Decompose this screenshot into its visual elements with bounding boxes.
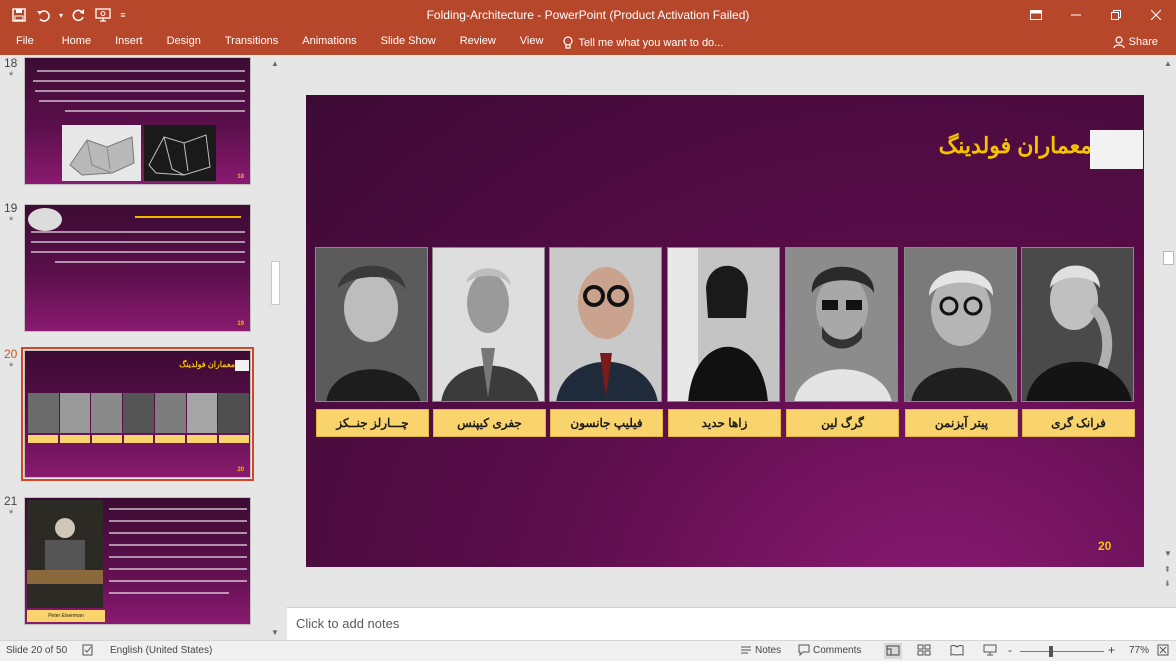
animation-star-20: * <box>9 361 14 373</box>
status-bar: Slide 20 of 50 English (United States) N… <box>0 640 1176 661</box>
tab-transitions[interactable]: Transitions <box>213 30 290 55</box>
slide-title[interactable]: معماران فولدینگ <box>866 133 1092 159</box>
close-icon[interactable] <box>1136 0 1176 30</box>
slide-thumbnail-21[interactable]: Peter Eisenman <box>24 497 251 625</box>
name-frank-gehry[interactable]: فرانک گری <box>1022 409 1135 437</box>
editor-scrollbar[interactable]: ▲ ▼ ⇞ ⇟ <box>1161 55 1176 603</box>
restore-icon[interactable] <box>1096 0 1136 30</box>
name-greg-lynn[interactable]: گرگ لین <box>786 409 899 437</box>
tab-animations[interactable]: Animations <box>290 30 368 55</box>
window-controls <box>1016 0 1176 30</box>
lightbulb-icon <box>563 36 574 49</box>
thumb-slide-number: 18 <box>237 174 244 180</box>
zoom-in-button[interactable]: + <box>1108 643 1115 657</box>
comments-icon[interactable] <box>798 644 810 659</box>
ribbon-display-options-icon[interactable] <box>1016 0 1056 30</box>
zoom-out-button[interactable]: - <box>1008 643 1012 657</box>
name-jeffrey-kipnis[interactable]: جفری کیپنس <box>433 409 546 437</box>
thumb-slide-number: 19 <box>237 321 244 327</box>
thumb-portrait-image <box>28 208 62 231</box>
thumb-building-image <box>62 125 141 181</box>
slide-number-18: 18 <box>4 56 18 70</box>
name-peter-eisenman[interactable]: پیتر آیزنمن <box>905 409 1018 437</box>
notes-placeholder[interactable]: Click to add notes <box>296 616 399 631</box>
thumb-caption: Peter Eisenman <box>27 610 105 622</box>
powerpoint-window: ▾ ≡ Folding-Architecture - PowerPoint (P… <box>0 0 1176 661</box>
comments-button[interactable]: Comments <box>813 645 861 656</box>
slide-show-icon[interactable] <box>983 644 997 659</box>
window-title: Folding-Architecture - PowerPoint (Produ… <box>426 8 750 22</box>
thumb-lecture-image <box>27 500 103 608</box>
scroll-up-icon[interactable]: ▲ <box>271 59 279 68</box>
notes-pane[interactable]: Click to add notes <box>287 607 1176 640</box>
language-indicator[interactable]: English (United States) <box>110 645 212 656</box>
photo-philip-johnson[interactable] <box>549 247 662 402</box>
slide-number-21: 21 <box>4 494 18 508</box>
slide-canvas[interactable]: معماران فولدینگ چـــارلز جنــکز جفری کیپ… <box>306 95 1144 567</box>
next-slide-icon[interactable]: ⇟ <box>1164 579 1171 588</box>
title-placeholder-box[interactable] <box>1090 130 1143 169</box>
slide-sorter-icon[interactable] <box>917 644 931 659</box>
name-charles-jencks[interactable]: چـــارلز جنــکز <box>316 409 429 437</box>
animation-star-19: * <box>9 215 14 227</box>
slide-thumbnail-18[interactable]: 18 <box>24 57 251 185</box>
tab-review[interactable]: Review <box>448 30 508 55</box>
person-icon <box>1113 35 1125 48</box>
scroll-up-icon[interactable]: ▲ <box>1164 59 1172 68</box>
photo-frank-gehry[interactable] <box>1021 247 1134 402</box>
thumbnail-scrollbar[interactable]: ▲ ▼ <box>268 55 283 640</box>
share-button[interactable]: Share <box>1109 32 1162 52</box>
scroll-down-icon[interactable]: ▼ <box>271 628 279 637</box>
photo-jeffrey-kipnis[interactable] <box>432 247 545 402</box>
name-zaha-hadid[interactable]: زاها حدید <box>668 409 781 437</box>
share-label: Share <box>1128 36 1158 48</box>
tab-slide-show[interactable]: Slide Show <box>369 30 448 55</box>
notes-icon[interactable] <box>740 644 752 659</box>
previous-slide-icon[interactable]: ⇞ <box>1164 565 1171 574</box>
ribbon-tabs: File Home Insert Design Transitions Anim… <box>0 30 1176 55</box>
notes-button[interactable]: Notes <box>755 645 781 656</box>
slide-indicator[interactable]: Slide 20 of 50 <box>6 645 67 656</box>
photo-charles-jencks[interactable] <box>315 247 428 402</box>
name-philip-johnson[interactable]: فیلیپ جانسون <box>550 409 663 437</box>
slide-number-20: 20 <box>4 347 18 361</box>
slide-number-19: 19 <box>4 201 18 215</box>
photo-greg-lynn[interactable] <box>785 247 898 402</box>
normal-view-icon[interactable] <box>884 643 902 659</box>
minimize-icon[interactable] <box>1056 0 1096 30</box>
tell-me-search[interactable]: Tell me what you want to do... <box>555 36 723 49</box>
tell-me-label: Tell me what you want to do... <box>578 36 724 49</box>
zoom-slider-thumb[interactable] <box>1049 646 1053 657</box>
slide-thumbnail-20[interactable]: معماران فولدینگ 20 <box>21 347 254 481</box>
editor-scroll-thumb[interactable] <box>1163 251 1174 265</box>
tab-file[interactable]: File <box>0 30 50 55</box>
thumbnail-scroll-thumb[interactable] <box>271 261 280 305</box>
tab-design[interactable]: Design <box>155 30 213 55</box>
title-bar: ▾ ≡ Folding-Architecture - PowerPoint (P… <box>0 0 1176 30</box>
tab-insert[interactable]: Insert <box>103 30 155 55</box>
slide-thumbnail-19[interactable]: 19 <box>24 204 251 332</box>
animation-star-21: * <box>9 508 14 520</box>
fit-to-window-icon[interactable] <box>1157 644 1169 659</box>
thumb-slide-number: 20 <box>237 467 244 473</box>
animation-star-18: * <box>9 70 14 82</box>
tab-view[interactable]: View <box>508 30 556 55</box>
photo-zaha-hadid[interactable] <box>667 247 780 402</box>
zoom-level[interactable]: 77% <box>1129 645 1149 656</box>
zoom-slider[interactable] <box>1020 651 1104 652</box>
spell-check-icon[interactable] <box>82 644 94 659</box>
thumb-wireframe-image <box>144 125 216 181</box>
slide-thumbnail-pane: 18 * 18 19 * 19 20 * معماران فولدینگ 20 … <box>0 55 283 640</box>
tab-home[interactable]: Home <box>50 30 103 55</box>
thumb-slide-title: معماران فولدینگ <box>179 360 235 369</box>
slide-number: 20 <box>1098 539 1112 553</box>
reading-view-icon[interactable] <box>950 644 964 659</box>
scroll-down-icon[interactable]: ▼ <box>1164 549 1172 558</box>
photo-peter-eisenman[interactable] <box>904 247 1017 402</box>
